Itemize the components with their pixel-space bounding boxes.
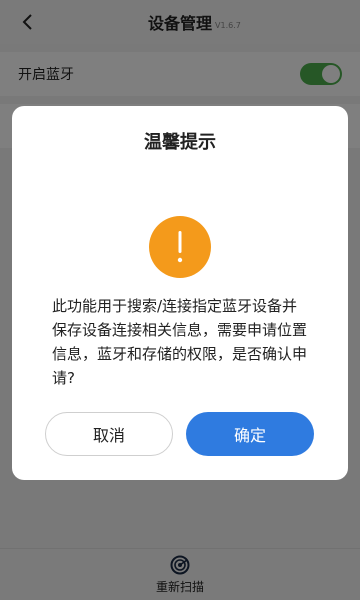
cancel-button[interactable]: 取消 — [45, 412, 173, 456]
device-management-screen: 设备管理 V1.6.7 开启蓝牙 重新扫描 温馨提示 此功能用于搜索/连接指定蓝… — [0, 0, 360, 600]
permission-dialog: 温馨提示 此功能用于搜索/连接指定蓝牙设备并保存设备连接相关信息，需要申请位置信… — [12, 106, 348, 480]
dialog-message: 此功能用于搜索/连接指定蓝牙设备并保存设备连接相关信息，需要申请位置信息，蓝牙和… — [52, 297, 308, 387]
dialog-title: 温馨提示 — [144, 132, 216, 153]
warning-exclamation-icon — [149, 216, 211, 278]
confirm-button[interactable]: 确定 — [186, 412, 314, 456]
